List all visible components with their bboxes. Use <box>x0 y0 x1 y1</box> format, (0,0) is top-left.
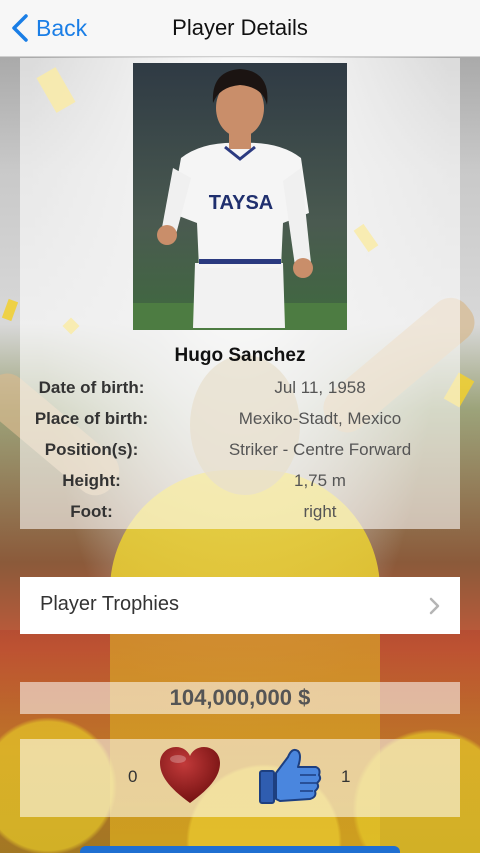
chevron-right-icon <box>429 597 440 615</box>
player-photo: TAYSA <box>133 63 347 330</box>
detail-label: Place of birth: <box>34 409 149 428</box>
market-value: 104,000,000 $ <box>169 685 311 710</box>
detail-row-date-of-birth: Date of birth: Jul 11, 1958 <box>20 378 460 406</box>
detail-label: Foot: <box>70 502 113 521</box>
detail-row-positions: Position(s): Striker - Centre Forward <box>20 440 460 468</box>
detail-label: Date of birth: <box>38 378 145 397</box>
detail-value: Mexiko-Stadt, Mexico <box>238 409 402 428</box>
detail-value: right <box>303 502 337 521</box>
detail-row-place-of-birth: Place of birth: Mexiko-Stadt, Mexico <box>20 409 460 437</box>
heart-count: 0 <box>128 767 138 786</box>
thumbs-up-icon[interactable] <box>258 745 322 807</box>
navigation-bar: Back Player Details <box>0 0 480 57</box>
votes-panel: 0 1 <box>20 739 460 817</box>
bottom-action-bar[interactable] <box>80 846 400 853</box>
detail-label: Position(s): <box>44 440 139 459</box>
player-details-card: TAYSA Hugo Sanchez Date of birth: Jul 11… <box>20 58 460 529</box>
detail-value: Striker - Centre Forward <box>228 440 412 459</box>
player-trophies-button[interactable]: Player Trophies <box>20 577 460 634</box>
heart-icon[interactable] <box>158 745 222 805</box>
page-title: Player Details <box>172 15 308 40</box>
svg-text:TAYSA: TAYSA <box>209 192 273 214</box>
detail-row-foot: Foot: right <box>20 502 460 530</box>
player-trophies-label: Player Trophies <box>40 593 179 615</box>
player-photo-image: TAYSA <box>133 63 347 330</box>
detail-label: Height: <box>62 471 121 490</box>
player-name: Hugo Sanchez <box>174 345 306 366</box>
detail-value: 1,75 m <box>294 471 346 490</box>
like-count: 1 <box>341 767 351 786</box>
detail-row-height: Height: 1,75 m <box>20 471 460 499</box>
detail-value: Jul 11, 1958 <box>274 378 366 397</box>
market-value-box: 104,000,000 $ <box>20 682 460 714</box>
